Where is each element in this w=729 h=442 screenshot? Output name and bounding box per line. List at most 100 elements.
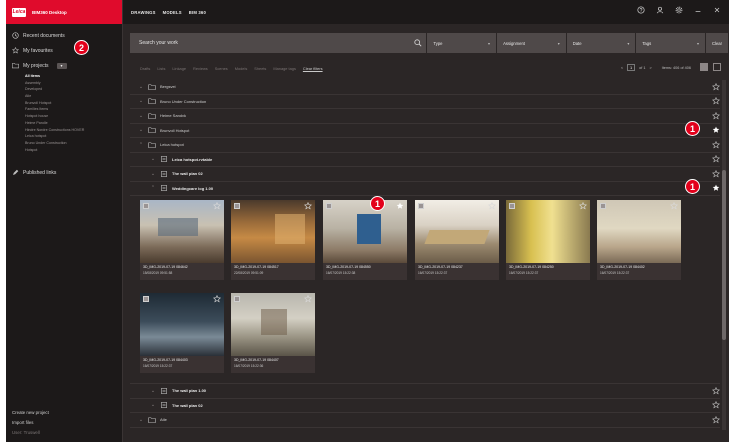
nav-my-projects[interactable]: My projects ▾ <box>6 58 122 73</box>
select-checkbox[interactable] <box>418 203 424 209</box>
minimize-icon[interactable] <box>694 6 702 14</box>
image-card[interactable]: 3D_IMG-2019-07-19 084402 16/07/2019 15:22… <box>597 200 681 280</box>
chevron-down-icon[interactable]: ⌄ <box>150 402 156 408</box>
chevron-down-icon[interactable]: ⌄ <box>138 127 144 133</box>
chevron-down-icon[interactable]: ⌄ <box>150 156 156 162</box>
project-item[interactable]: Hindre Nordre Constructions HOVER <box>25 127 122 134</box>
chip-linkage[interactable]: Linkage <box>172 66 186 71</box>
filter-assignment[interactable]: Assignment ▾ <box>496 33 566 53</box>
prev-page-button[interactable]: < <box>621 66 623 70</box>
nav-recent-documents[interactable]: Recent documents <box>6 28 122 43</box>
chevron-down-icon[interactable]: ⌄ <box>138 84 144 90</box>
project-item[interactable]: Bruno Under Construction <box>25 140 122 147</box>
image-card[interactable]: 3D_IMG-2019-07-19 084403 16/07/2019 15:22… <box>140 293 224 373</box>
chevron-down-icon[interactable]: ⌄ <box>138 113 144 119</box>
project-item[interactable]: Heime Pandle <box>25 120 122 127</box>
favourite-star-icon[interactable] <box>212 201 222 210</box>
filter-tags[interactable]: Tags ▾ <box>635 33 705 53</box>
favourite-star-filled-icon[interactable] <box>712 126 720 134</box>
import-files-link[interactable]: Import files <box>12 418 49 428</box>
image-card[interactable]: 3D_IMG-2019-07-19 084642 15/08/2019 09:51… <box>140 200 224 280</box>
favourite-star-icon[interactable] <box>711 386 721 395</box>
scrollbar-thumb[interactable] <box>722 170 726 340</box>
list-view-button[interactable] <box>700 63 708 71</box>
close-icon[interactable] <box>713 6 721 14</box>
tab-models[interactable]: MODELS <box>163 10 182 15</box>
next-page-button[interactable]: > <box>649 66 651 70</box>
clear-filters-link[interactable]: Clear filters <box>303 66 323 71</box>
favourite-star-icon[interactable] <box>711 82 721 91</box>
list-item[interactable]: ⌄ Bruno Under Construction <box>130 95 721 109</box>
favourite-star-icon[interactable] <box>711 169 721 178</box>
image-card[interactable]: 3D_IMG-2019-07-19 084517 22/08/2019 09:51… <box>231 200 315 280</box>
favourite-star-icon[interactable] <box>711 140 721 149</box>
favourite-star-icon[interactable] <box>487 201 497 210</box>
tab-drawings[interactable]: DRAWINGS <box>131 10 156 15</box>
favourite-star-icon[interactable] <box>711 155 721 163</box>
nav-published-links[interactable]: Published links <box>6 165 122 180</box>
gear-icon[interactable] <box>675 6 683 14</box>
chevron-down-icon[interactable]: ⌄ <box>150 388 156 394</box>
favourite-star-icon[interactable] <box>711 415 721 424</box>
favourite-star-icon[interactable] <box>578 201 588 210</box>
filter-date[interactable]: Date ▾ <box>565 33 636 53</box>
list-item[interactable]: ⌄ Atle <box>130 413 721 428</box>
favourite-star-icon[interactable] <box>303 201 313 210</box>
favourite-star-icon[interactable] <box>669 201 679 210</box>
list-item[interactable]: ⌃ Weddingcare log 1.00 <box>130 181 720 196</box>
project-item[interactable]: Developed <box>25 86 122 93</box>
image-card[interactable]: 3D_IMG-2019-07-19 084250 16/07/2019 15:22… <box>506 200 590 280</box>
page-number-input[interactable]: 1 <box>627 64 636 71</box>
favourite-star-icon[interactable] <box>711 111 721 120</box>
select-checkbox[interactable] <box>234 296 240 302</box>
select-checkbox[interactable] <box>326 203 332 209</box>
favourite-star-filled-icon[interactable] <box>712 184 720 192</box>
create-project-link[interactable]: Create new project <box>12 408 49 418</box>
list-item[interactable]: ⌄ Leica hotspot.rvtable <box>130 152 721 167</box>
project-item[interactable]: Leica hotspot <box>25 133 122 140</box>
project-item[interactable]: Assembly <box>25 80 122 87</box>
select-checkbox[interactable] <box>143 203 149 209</box>
favourite-star-icon[interactable] <box>212 294 222 303</box>
favourite-star-icon[interactable] <box>303 294 313 303</box>
project-item[interactable]: Families Items <box>25 106 122 113</box>
chip-reviews[interactable]: Reviews <box>193 66 208 71</box>
image-card[interactable]: 3D_IMG-2019-07-19 084407 16/07/2019 15:22… <box>231 293 315 373</box>
project-item[interactable]: Brunvoll Hotspot <box>25 100 122 107</box>
user-icon[interactable] <box>656 6 664 14</box>
nav-my-favourites[interactable]: My favourites <box>6 43 122 58</box>
help-icon[interactable] <box>637 6 645 14</box>
select-checkbox[interactable] <box>234 203 240 209</box>
image-card[interactable]: 3D_IMG-2019-07-19 084237 16/07/2019 15:22… <box>415 200 499 280</box>
list-item[interactable]: ⌃ Leica hotspot <box>130 138 721 153</box>
chip-scenes[interactable]: Scenes <box>215 66 228 71</box>
project-item[interactable]: Atle <box>25 93 122 100</box>
tab-bim360[interactable]: BIM 360 <box>189 10 206 15</box>
search-icon[interactable] <box>414 39 422 47</box>
select-checkbox[interactable] <box>509 203 515 209</box>
chevron-down-icon[interactable]: ⌄ <box>150 171 156 177</box>
scrollbar[interactable] <box>722 80 726 430</box>
chip-lists[interactable]: Lists <box>157 66 165 71</box>
filter-type[interactable]: Type ▾ <box>426 33 496 53</box>
grid-view-button[interactable] <box>713 63 721 71</box>
favourite-star-filled-icon[interactable] <box>396 202 404 210</box>
favourite-star-icon[interactable] <box>711 97 721 105</box>
select-checkbox[interactable] <box>600 203 606 209</box>
chip-drafts[interactable]: Drafts <box>140 66 150 71</box>
projects-collapse-button[interactable]: ▾ <box>56 62 67 69</box>
list-item[interactable]: ⌄ Heime Sandvk <box>130 109 721 124</box>
list-item[interactable]: ⌄ The wall plan 1.00 <box>130 384 721 399</box>
image-card[interactable]: 3D_IMG-2019-07-19 084550 16/07/2019 15:22… <box>323 200 407 280</box>
select-checkbox[interactable] <box>143 296 149 302</box>
project-item[interactable]: Hotspot house <box>25 113 122 120</box>
project-item[interactable]: All items <box>25 73 122 80</box>
chip-models[interactable]: Models <box>235 66 248 71</box>
chip-sheets[interactable]: Sheets <box>254 66 266 71</box>
chevron-up-icon[interactable]: ⌃ <box>150 185 156 191</box>
favourite-star-icon[interactable] <box>711 401 721 409</box>
chevron-down-icon[interactable]: ⌄ <box>138 98 144 104</box>
list-item[interactable]: ⌄ Bergsvei <box>130 80 721 95</box>
project-item[interactable]: Hotspot <box>25 147 122 154</box>
chip-manage-tags[interactable]: Manage tags <box>273 66 296 71</box>
